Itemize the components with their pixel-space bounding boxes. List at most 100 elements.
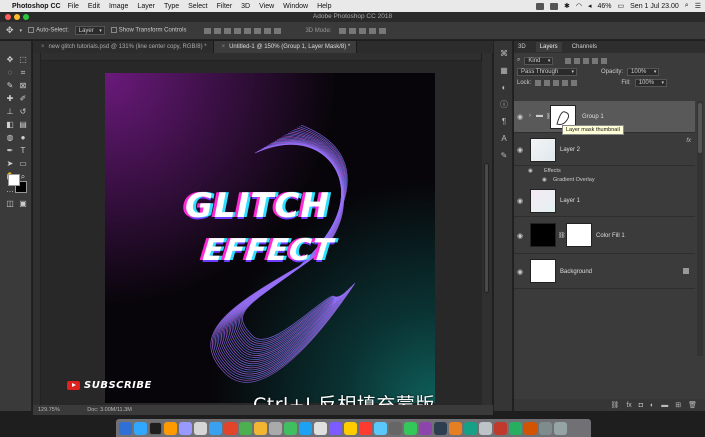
layer-row-layer-2[interactable]: ◉ Layer 2 fx (514, 134, 695, 166)
crop-tool-icon[interactable]: ⌗ (18, 68, 28, 78)
layer-row-group-1[interactable]: ◉ › ▬ ⛓ Group 1 Layer mask thumbnail (514, 101, 695, 135)
new-group-icon[interactable]: ▬ (661, 402, 668, 409)
battery-percent[interactable]: 46% (598, 3, 612, 10)
menu-window[interactable]: Window (283, 3, 308, 10)
app-icon[interactable] (449, 421, 462, 435)
clone-stamp-tool-icon[interactable]: ⊥ (5, 107, 15, 117)
scrollbar-thumb[interactable] (484, 163, 489, 293)
filter-shape-icon[interactable] (592, 57, 599, 64)
link-layers-icon[interactable]: ⛓ (610, 401, 619, 409)
menu-type[interactable]: Type (164, 3, 179, 10)
expand-arrow-icon[interactable]: › (529, 113, 531, 119)
app-icon[interactable] (509, 421, 522, 435)
app-icon[interactable] (329, 421, 342, 435)
align-top-icon[interactable] (204, 27, 212, 34)
align-left-icon[interactable] (234, 27, 242, 34)
visibility-eye-icon[interactable]: ◉ (517, 146, 523, 154)
pen-tool-icon[interactable]: ✒ (5, 146, 15, 156)
new-layer-icon[interactable]: ⊞ (675, 401, 681, 409)
quick-mask-icon[interactable]: ◫ (5, 199, 15, 209)
app-icon[interactable] (419, 421, 432, 435)
3d-orbit-icon[interactable] (339, 27, 347, 34)
app-icon[interactable] (299, 421, 312, 435)
paragraph-panel-icon[interactable]: ¶ (499, 117, 509, 126)
move-tool-icon[interactable]: ✥ (5, 55, 15, 65)
trash-icon[interactable] (554, 421, 567, 435)
menu-view[interactable]: View (259, 3, 274, 10)
tab-3d[interactable]: 3D (518, 44, 526, 50)
distribute-icon[interactable] (274, 27, 282, 34)
fx-badge[interactable]: fx (686, 138, 691, 144)
lock-image-icon[interactable] (544, 79, 551, 86)
app-icon[interactable] (239, 421, 252, 435)
lock-all-icon[interactable] (571, 79, 578, 86)
zoom-level[interactable]: 129.75% (38, 407, 60, 413)
align-hcenter-icon[interactable] (244, 27, 252, 34)
volume-icon[interactable]: ◂ (588, 2, 592, 10)
distribute-icon[interactable] (264, 27, 272, 34)
app-icon[interactable] (269, 421, 282, 435)
gradient-tool-icon[interactable]: ▤ (18, 120, 28, 130)
menu-select[interactable]: Select (188, 3, 207, 10)
shape-tool-icon[interactable]: ▭ (18, 159, 28, 169)
eyedropper-tool-icon[interactable]: ✎ (5, 81, 15, 91)
3d-scale-icon[interactable] (379, 27, 387, 34)
info-panel-icon[interactable]: ⓘ (499, 100, 509, 109)
filter-adjustment-icon[interactable] (574, 57, 581, 64)
more-tools-icon[interactable]: … (5, 185, 15, 195)
battery-icon[interactable]: ▭ (618, 2, 625, 10)
app-store-icon[interactable] (374, 421, 387, 435)
menu-3d[interactable]: 3D (241, 3, 250, 10)
close-window-button[interactable] (5, 14, 11, 20)
tab-untitled-1[interactable]: × Untitled-1 @ 150% (Group 1, Layer Mask/… (213, 41, 358, 53)
type-tool-icon[interactable]: T (18, 146, 28, 156)
app-icon[interactable] (494, 421, 507, 435)
opacity-input[interactable]: 100% (627, 67, 660, 76)
visibility-eye-icon[interactable]: ◉ (517, 232, 523, 240)
menu-layer[interactable]: Layer (137, 3, 155, 10)
lock-position-icon[interactable] (553, 79, 560, 86)
add-style-icon[interactable]: fx (626, 402, 631, 409)
align-bottom-icon[interactable] (224, 27, 232, 34)
add-mask-icon[interactable]: ◘ (639, 402, 643, 409)
photoshop-icon[interactable] (134, 421, 147, 435)
tab-layers[interactable]: Layers (535, 42, 562, 52)
blur-tool-icon[interactable]: ◍ (5, 133, 15, 143)
menu-list-icon[interactable]: ☰ (695, 2, 701, 10)
layer-name[interactable]: Layer 2 (560, 147, 580, 153)
auto-select-checkbox[interactable]: Auto-Select: (28, 27, 69, 34)
close-tab-icon[interactable]: × (222, 44, 226, 50)
minimize-window-button[interactable] (14, 14, 20, 20)
tool-preset-dropdown[interactable]: ▾ (20, 28, 23, 34)
subscribe-overlay[interactable]: SUBSCRIBE (67, 380, 152, 391)
vertical-ruler[interactable] (33, 53, 41, 405)
canvas-vertical-scrollbar[interactable] (482, 53, 492, 405)
lasso-tool-icon[interactable]: ◌ (5, 68, 15, 78)
adjustment-layer-icon[interactable]: ◐ (650, 402, 654, 409)
visibility-eye-icon[interactable]: ◉ (517, 197, 523, 205)
layer-name[interactable]: Layer 1 (560, 198, 580, 204)
horizontal-ruler[interactable] (41, 53, 481, 61)
app-icon[interactable] (194, 421, 207, 435)
layer-name[interactable]: Group 1 (582, 114, 604, 120)
history-panel-icon[interactable]: ⌘ (499, 49, 509, 58)
search-icon[interactable]: ⌕ (685, 2, 689, 10)
chrome-icon[interactable] (254, 421, 267, 435)
scrollbar-thumb[interactable] (698, 103, 702, 153)
app-icon[interactable] (479, 421, 492, 435)
frame-tool-icon[interactable]: ⊠ (18, 81, 28, 91)
effect-gradient-overlay-row[interactable]: ◉ Gradient Overlay (514, 176, 695, 185)
filter-type-icon[interactable] (583, 57, 590, 64)
kind-filter-dropdown[interactable]: Kind (524, 56, 554, 65)
fill-thumbnail[interactable] (530, 223, 556, 247)
doc-size[interactable]: Doc: 3.00M/11.3M (87, 407, 132, 413)
wifi-icon[interactable]: ◠ (576, 2, 582, 10)
align-right-icon[interactable] (254, 27, 262, 34)
path-selection-tool-icon[interactable]: ➤ (5, 159, 15, 169)
properties-panel-icon[interactable]: ▦ (499, 66, 509, 75)
canvas-workspace[interactable]: GLITCH EFFECT SUBSCRIBE (41, 61, 482, 405)
zoom-window-button[interactable] (23, 14, 29, 20)
transform-controls-checkbox[interactable]: Show Transform Controls (110, 27, 186, 34)
app-icon[interactable] (314, 421, 327, 435)
app-icon[interactable] (524, 421, 537, 435)
